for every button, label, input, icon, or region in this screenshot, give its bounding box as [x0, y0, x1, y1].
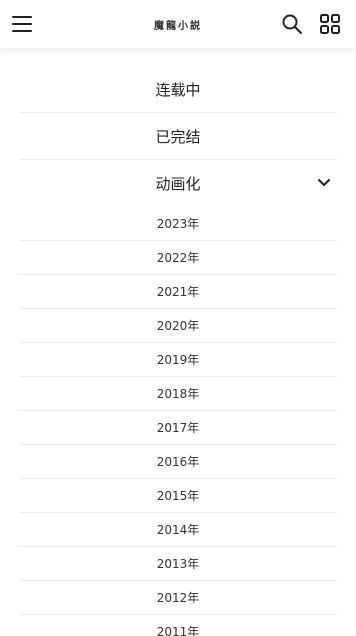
year-item[interactable]: 2013年: [19, 547, 337, 581]
year-item[interactable]: 2021年: [19, 275, 337, 309]
grid-button[interactable]: [318, 12, 342, 36]
year-label: 2017年: [156, 421, 200, 435]
year-label: 2018年: [156, 387, 200, 401]
year-item[interactable]: 2019年: [19, 343, 337, 377]
category-animated[interactable]: 动画化: [19, 160, 337, 207]
category-label: 动画化: [155, 175, 201, 193]
year-item[interactable]: 2018年: [19, 377, 337, 411]
year-item[interactable]: 2015年: [19, 479, 337, 513]
menu-button[interactable]: [12, 12, 40, 36]
content: 连载中 已完结 动画化 2023年 2022年 2021年 2020年 2019…: [0, 48, 356, 636]
chevron-down-icon: [318, 179, 330, 186]
year-item[interactable]: 2011年: [19, 615, 337, 636]
grid-icon: [320, 14, 340, 34]
logo: 魔龍小説: [154, 20, 202, 32]
year-label: 2021年: [156, 285, 200, 299]
year-label: 2012年: [156, 591, 200, 605]
year-item[interactable]: 2016年: [19, 445, 337, 479]
year-label: 2013年: [156, 557, 200, 571]
year-item[interactable]: 2017年: [19, 411, 337, 445]
year-item[interactable]: 2023年: [19, 207, 337, 241]
year-label: 2016年: [156, 455, 200, 469]
year-label: 2023年: [156, 217, 200, 231]
search-icon: [282, 14, 302, 34]
year-label: 2019年: [156, 353, 200, 367]
year-item[interactable]: 2012年: [19, 581, 337, 615]
year-label: 2020年: [156, 319, 200, 333]
menu-icon-line: [12, 23, 32, 25]
year-item[interactable]: 2022年: [19, 241, 337, 275]
year-label: 2014年: [156, 523, 200, 537]
year-item[interactable]: 2020年: [19, 309, 337, 343]
app: 魔龍小説 连载中 已完结 动画化 2023年 2022年 2021年 2020年…: [0, 0, 356, 636]
category-label: 已完结: [155, 127, 201, 146]
category-serializing[interactable]: 连载中: [19, 66, 337, 113]
year-list: 2023年 2022年 2021年 2020年 2019年 2018年 2017…: [0, 207, 356, 636]
category-label: 连载中: [155, 80, 201, 99]
year-label: 2011年: [156, 625, 200, 636]
year-item[interactable]: 2014年: [19, 513, 337, 547]
top-bar: 魔龍小説: [0, 0, 356, 48]
search-button[interactable]: [280, 12, 304, 36]
category-list: 连载中 已完结 动画化 2023年 2022年 2021年 2020年 2019…: [0, 66, 356, 636]
category-completed[interactable]: 已完结: [19, 113, 337, 160]
menu-icon-line: [12, 30, 32, 32]
year-label: 2022年: [156, 251, 200, 265]
menu-icon-line: [12, 16, 32, 18]
year-label: 2015年: [156, 489, 200, 503]
